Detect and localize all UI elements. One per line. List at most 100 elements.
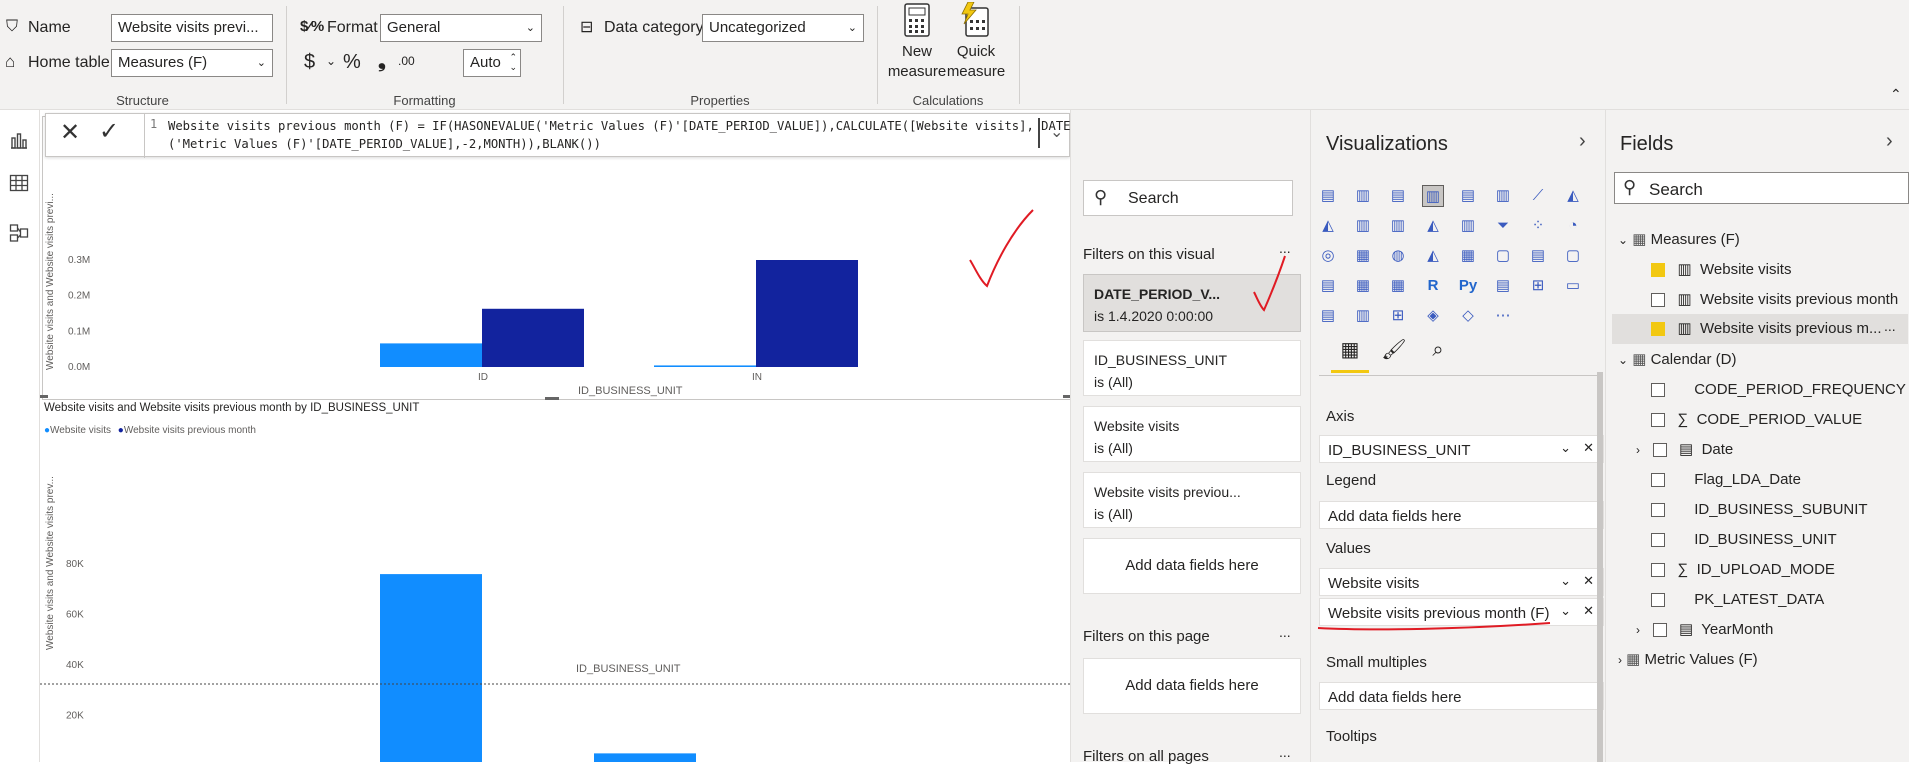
field-row-selected[interactable]: ▥ Website visits previous m... [1651, 314, 1882, 344]
visual-type-icon[interactable]: ▥ [1492, 185, 1514, 207]
field-row[interactable]: PK_LATEST_DATA [1651, 585, 1824, 615]
checkbox[interactable] [1651, 413, 1665, 428]
chevron-right-icon[interactable]: › [1618, 653, 1622, 667]
scrollbar-thumb[interactable] [1038, 118, 1040, 148]
table-calendar[interactable]: ⌄ ▦ Calendar (D) [1618, 345, 1736, 375]
filters-visual-add-well[interactable]: Add data fields here [1083, 538, 1301, 594]
chevron-down-icon[interactable]: ⌄ [1560, 573, 1571, 589]
visual-type-icon[interactable]: ◭ [1562, 185, 1584, 207]
field-row[interactable]: CODE_PERIOD_FREQUENCY [1651, 375, 1906, 405]
field-row[interactable]: ∑ CODE_PERIOD_VALUE [1651, 405, 1862, 435]
fields-search-input[interactable]: ⚲ Search [1614, 172, 1909, 204]
field-row[interactable]: ▥ Website visits [1651, 255, 1791, 285]
filter-card-website-visits-prev[interactable]: Website visits previou... is (All) [1083, 472, 1301, 528]
commit-icon[interactable]: ✓ [99, 117, 119, 146]
data-view-icon[interactable] [9, 173, 31, 195]
decimals-button[interactable]: .00 [398, 54, 415, 68]
checkbox[interactable] [1652, 443, 1667, 458]
visual-type-icon[interactable]: ⊞ [1527, 275, 1549, 297]
visual-type-icon[interactable]: ⏷ [1492, 215, 1514, 237]
checkbox[interactable] [1651, 503, 1665, 518]
more-options-icon[interactable]: ... [1279, 624, 1291, 640]
visual-type-icon[interactable]: ◈ [1422, 305, 1444, 327]
dax-editor[interactable]: Website visits previous month (F) = IF(H… [168, 117, 1093, 153]
chevron-down-icon[interactable]: ⌄ [1618, 353, 1628, 367]
visual-type-icon[interactable]: ▥ [1387, 215, 1409, 237]
visual-type-icon[interactable]: ◍ [1387, 245, 1409, 267]
filter-card-website-visits[interactable]: Website visits is (All) [1083, 406, 1301, 462]
visual-type-icon[interactable]: ▥ [1352, 215, 1374, 237]
field-row[interactable]: ID_BUSINESS_UNIT [1651, 525, 1837, 555]
visual-type-icon[interactable]: ⁘ [1527, 215, 1549, 237]
checkbox[interactable] [1651, 563, 1665, 578]
bar[interactable] [380, 574, 482, 762]
cancel-icon[interactable]: ✕ [60, 118, 80, 147]
filters-search-input[interactable]: ⚲ Search [1083, 180, 1293, 216]
visual-type-icon[interactable]: ▤ [1457, 185, 1479, 207]
format-select[interactable]: General ⌄ [380, 14, 542, 42]
checkbox[interactable] [1651, 322, 1665, 337]
checkbox[interactable] [1651, 473, 1665, 488]
bottom-chart[interactable]: Website visits and Website visits prev..… [40, 410, 1070, 762]
checkbox[interactable] [1651, 593, 1665, 608]
bar[interactable] [756, 260, 858, 367]
close-icon[interactable]: ✕ [1583, 603, 1594, 619]
visual-type-icon[interactable]: ▦ [1387, 275, 1409, 297]
visual-type-icon[interactable]: ◭ [1317, 215, 1339, 237]
filter-card-business-unit[interactable]: ID_BUSINESS_UNIT is (All) [1083, 340, 1301, 396]
visual-type-icon[interactable]: ▭ [1562, 275, 1584, 297]
bar[interactable] [594, 753, 696, 762]
filters-page-add-well[interactable]: Add data fields here [1083, 658, 1301, 714]
visual-type-icon[interactable]: ▤ [1317, 275, 1339, 297]
visual-type-icon[interactable]: ▦ [1352, 245, 1374, 267]
field-row[interactable]: Flag_LDA_Date [1651, 465, 1801, 495]
visual-type-icon[interactable]: ▦ [1457, 245, 1479, 267]
scrollbar[interactable] [1597, 372, 1603, 762]
table-metric-values[interactable]: › ▦ Metric Values (F) [1618, 645, 1758, 675]
chevron-right-icon[interactable]: › [1886, 130, 1893, 153]
visual-type-icon[interactable]: ▤ [1317, 185, 1339, 207]
r-visual-icon[interactable]: R [1422, 275, 1444, 297]
close-icon[interactable]: ✕ [1583, 440, 1594, 456]
visual-type-icon[interactable]: ▥ [1422, 185, 1444, 207]
checkbox[interactable] [1651, 293, 1665, 308]
decimal-places-spinner[interactable]: Auto ⌃ ⌄ [463, 49, 521, 77]
visual-type-icon[interactable]: ▤ [1317, 305, 1339, 327]
field-row[interactable]: ID_BUSINESS_SUBUNIT [1651, 495, 1868, 525]
axis-field-pill[interactable]: ID_BUSINESS_UNIT ⌄ ✕ [1319, 435, 1604, 463]
visual-type-icon[interactable]: ⊞ [1387, 305, 1409, 327]
comma-button[interactable]: ❟ [378, 50, 386, 73]
new-measure-button[interactable]: New measure [887, 2, 947, 86]
chevron-down-icon[interactable]: ⌄ [1050, 122, 1063, 142]
visual-type-icon[interactable]: ◭ [1422, 215, 1444, 237]
more-options-icon[interactable]: ... [1884, 318, 1896, 334]
visual-type-icon[interactable]: ◭ [1422, 245, 1444, 267]
chevron-down-icon[interactable]: ⌄ [1618, 233, 1628, 247]
collapse-ribbon-icon[interactable]: ⌃ [1890, 86, 1902, 103]
small-multiples-add-well[interactable]: Add data fields here [1319, 682, 1604, 710]
name-input[interactable]: Website visits previ... [111, 14, 273, 42]
visual-type-icon[interactable]: ▥ [1352, 305, 1374, 327]
checkbox[interactable] [1652, 623, 1667, 638]
chevron-down-icon[interactable]: ⌄ [326, 54, 336, 68]
currency-button[interactable]: $ [304, 51, 315, 74]
chevron-right-icon[interactable]: › [1636, 443, 1640, 457]
formula-bar[interactable]: ✕ ✓ 1 Website visits previous month (F) … [45, 113, 1093, 158]
visual-type-icon[interactable]: ⟋ [1527, 185, 1549, 207]
field-row[interactable]: › ▤ Date [1636, 435, 1733, 465]
chevron-down-icon[interactable]: ⌄ [1560, 440, 1571, 456]
field-row[interactable]: › ▤ YearMonth [1636, 615, 1773, 645]
more-options-icon[interactable]: ... [1279, 744, 1291, 760]
visual-type-icon[interactable]: ◎ [1317, 245, 1339, 267]
format-paint-icon[interactable]: 🖌 [1375, 332, 1413, 370]
chevron-down-icon[interactable]: ⌄ [1560, 603, 1571, 619]
checkbox[interactable] [1651, 533, 1665, 548]
visual-type-icon[interactable]: ▤ [1387, 185, 1409, 207]
bar[interactable] [482, 308, 584, 367]
visual-type-icon[interactable]: ▥ [1352, 185, 1374, 207]
legend-add-well[interactable]: Add data fields here [1319, 501, 1604, 529]
percent-button[interactable]: % [343, 51, 361, 74]
visual-type-icon[interactable]: ▥ [1457, 215, 1479, 237]
fields-tab-icon[interactable]: ▦ [1331, 332, 1369, 370]
value-field-pill-1[interactable]: Website visits ⌄ ✕ [1319, 568, 1604, 596]
